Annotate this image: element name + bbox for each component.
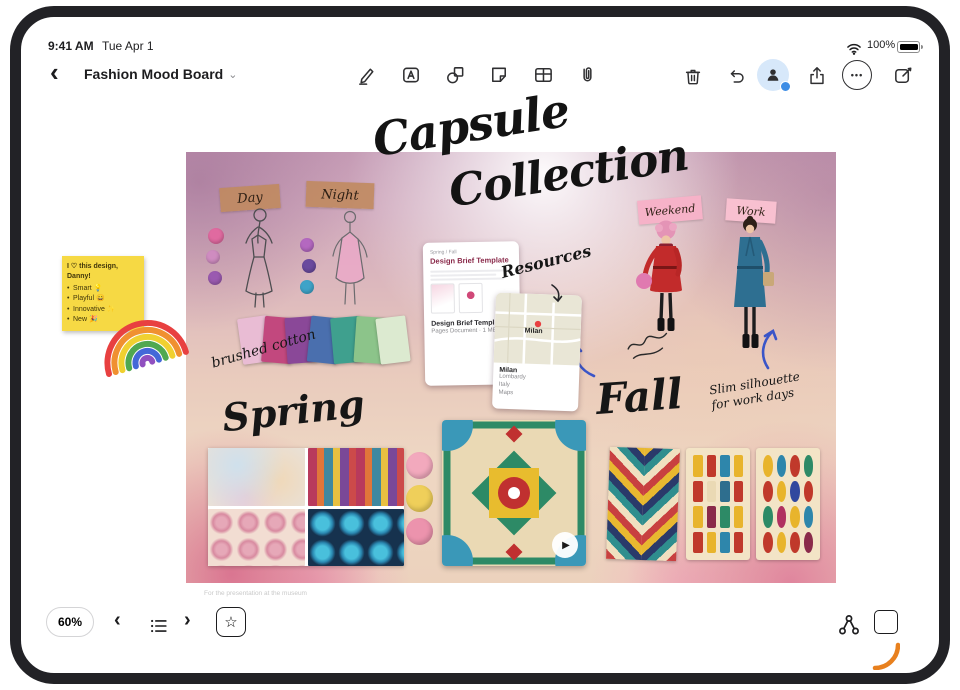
quilt-pattern-swatch[interactable] (686, 448, 750, 560)
connect-shapes-button[interactable] (834, 610, 864, 640)
paperclip-icon (576, 64, 598, 86)
collaborate-button[interactable] (757, 59, 789, 91)
board-title-menu[interactable]: Fashion Mood Board ⌄ (84, 66, 237, 82)
back-button[interactable]: ‹ (50, 62, 59, 82)
photo-collage[interactable] (208, 448, 404, 566)
roses-photo (208, 509, 305, 567)
next-board-button[interactable]: › (184, 609, 191, 632)
page-title: Fashion Mood Board (84, 66, 223, 82)
person-icon (764, 66, 782, 84)
color-dot[interactable] (302, 259, 316, 273)
play-icon: ▶ (562, 540, 570, 551)
color-dot[interactable] (300, 280, 314, 294)
collab-badge (780, 81, 791, 92)
sticky-bullet: Smart 💡 (67, 284, 139, 294)
night-sketch[interactable] (322, 208, 380, 308)
blue-macarons-photo (308, 509, 405, 567)
nodes-icon (837, 613, 861, 637)
status-date: Tue Apr 1 (102, 39, 154, 53)
color-dot[interactable] (208, 228, 224, 244)
board-caption: For the presentation at the museum (204, 590, 307, 597)
chevron-down-icon: ⌄ (228, 68, 237, 81)
dot-pattern-swatch[interactable] (756, 448, 820, 560)
sticky-note-tool-button[interactable] (484, 60, 514, 90)
palette-dot-column[interactable] (406, 452, 433, 545)
map-caption-app: Maps (498, 389, 572, 399)
zoom-level: 60% (58, 615, 82, 629)
sticky-heading: I ♡ this design, Danny! (67, 262, 139, 282)
night-label[interactable]: Night (306, 181, 375, 209)
pastel-abstract-photo (208, 448, 305, 506)
wifi-icon (845, 41, 863, 55)
back-chevron-icon: ‹ (50, 57, 59, 87)
resources-arrow (548, 283, 564, 303)
draw-tool-button[interactable] (352, 60, 382, 90)
color-dot[interactable] (208, 271, 222, 285)
marker-icon (356, 64, 378, 86)
striped-art-photo (308, 448, 405, 506)
sticky-note-icon (488, 64, 510, 86)
prev-board-button[interactable]: ‹ (114, 609, 121, 632)
share-button[interactable] (802, 61, 832, 91)
board-list-button[interactable] (144, 611, 174, 641)
tile-pattern-video[interactable]: ▶ (442, 420, 586, 566)
fall-heading[interactable]: Fall (594, 369, 684, 424)
zoom-button[interactable]: 60% (46, 607, 94, 637)
freeform-app: { "status_bar": { "time": "9:41 AM", "da… (0, 0, 960, 690)
star-icon: ☆ (224, 613, 237, 631)
favorites-button[interactable]: ☆ (216, 607, 246, 637)
shapes-tool-button[interactable] (440, 60, 470, 90)
battery-icon (897, 41, 923, 53)
text-tool-button[interactable] (396, 60, 426, 90)
list-icon (148, 615, 170, 637)
undo-icon (726, 65, 748, 87)
orange-pencil-mark (872, 642, 900, 670)
shapes-icon (444, 64, 466, 86)
share-icon (806, 65, 828, 87)
text-box-icon (400, 64, 422, 86)
ellipsis-icon: ••• (851, 70, 863, 80)
zigzag-pattern-swatch[interactable] (606, 447, 680, 561)
chevron-left-icon: ‹ (114, 609, 121, 631)
day-sketch[interactable] (228, 205, 288, 310)
chevron-right-icon: › (184, 609, 191, 631)
compose-icon (892, 64, 915, 87)
battery-percent: 100% (867, 39, 895, 51)
trash-button[interactable] (678, 61, 708, 91)
map-card[interactable]: Milan Milan Lombardy Italy Maps (492, 293, 582, 412)
color-dot[interactable] (206, 250, 220, 264)
play-button[interactable]: ▶ (552, 532, 578, 558)
table-icon (532, 64, 554, 86)
attachment-tool-button[interactable] (572, 60, 602, 90)
map-preview: Milan (494, 293, 582, 366)
handwriting-scribble[interactable] (624, 327, 674, 365)
select-shape-button[interactable] (874, 610, 898, 634)
color-dot[interactable] (300, 238, 314, 252)
status-time: 9:41 AM (48, 39, 94, 53)
new-board-button[interactable] (888, 60, 918, 90)
undo-button[interactable] (722, 61, 752, 91)
map-city-label: Milan (525, 328, 543, 336)
blue-arrow-right[interactable] (752, 328, 788, 370)
trash-icon (682, 65, 704, 87)
more-button[interactable]: ••• (842, 60, 872, 90)
